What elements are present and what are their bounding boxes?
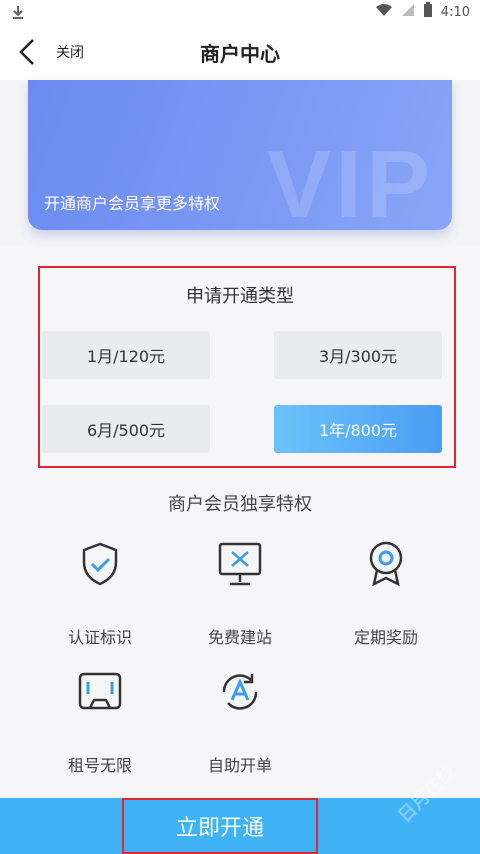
- perk-self-service-order[interactable]: 自助开单: [180, 668, 300, 788]
- perks-section-title: 商户会员独享特权: [168, 494, 312, 515]
- plan-option-3-months[interactable]: 3月/300元: [274, 331, 442, 379]
- page-title: 商户中心: [200, 42, 280, 66]
- perk-unlimited-rental[interactable]: 租号无限: [40, 668, 160, 788]
- plan-option-6-months[interactable]: 6月/500元: [42, 405, 210, 453]
- activate-now-button[interactable]: 立即开通: [122, 798, 318, 854]
- plan-section-title: 申请开通类型: [186, 286, 294, 307]
- perk-label: 租号无限: [67, 756, 132, 775]
- medal-icon: [362, 540, 410, 588]
- auto-a-icon: [216, 668, 264, 716]
- plan-option-1-month[interactable]: 1月/120元: [42, 331, 210, 379]
- signal-icon: [401, 3, 415, 21]
- perk-label: 免费建站: [207, 628, 272, 647]
- vip-card: VIP 开通商户会员享更多特权: [28, 80, 452, 230]
- shield-check-icon: [76, 540, 124, 588]
- perk-label: 认证标识: [67, 628, 132, 647]
- nav-bar: 关闭 商户中心: [0, 24, 480, 80]
- wifi-icon: [375, 3, 393, 21]
- monitor-tools-icon: [216, 540, 264, 588]
- perk-label: 定期奖励: [353, 628, 418, 647]
- perk-free-website[interactable]: 免费建站: [180, 540, 300, 660]
- download-icon: [10, 4, 26, 20]
- status-bar: 4:10: [0, 0, 480, 24]
- battery-icon: [423, 2, 433, 22]
- perk-regular-rewards[interactable]: 定期奖励: [326, 540, 446, 660]
- vip-watermark-text: VIP: [267, 131, 434, 230]
- perk-label: 自助开单: [207, 756, 272, 775]
- vip-description: 开通商户会员享更多特权: [44, 194, 221, 213]
- plan-option-1-year[interactable]: 1年/800元: [274, 405, 442, 453]
- status-time: 4:10: [440, 4, 470, 20]
- perk-verified-badge[interactable]: 认证标识: [40, 540, 160, 660]
- vr-headset-icon: [76, 668, 124, 716]
